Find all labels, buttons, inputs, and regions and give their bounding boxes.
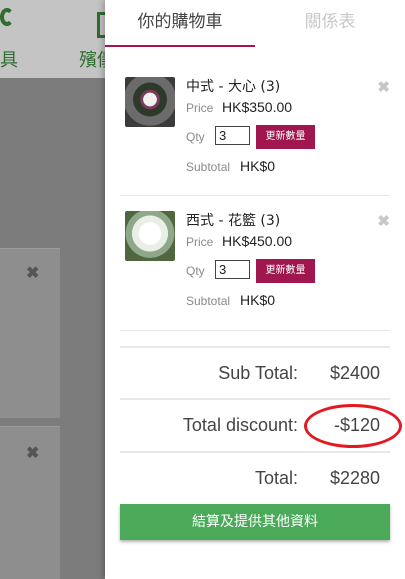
cart-item: 中式 - 大心 (3) ✖ Price HK$350.00 Qty 更新數量 S… — [120, 62, 390, 196]
sub-total-row: Sub Total: $2400 — [120, 346, 390, 396]
remove-item-icon[interactable]: ✖ — [377, 78, 390, 96]
qty-label: Qty — [186, 264, 205, 278]
total-value: $2280 — [329, 468, 380, 488]
sub-total-label: Sub Total: — [218, 363, 298, 383]
sub-total-value: $2400 — [329, 363, 380, 383]
subtotal-label: Subtotal — [186, 294, 231, 308]
subtotal-label: Subtotal — [186, 160, 231, 174]
product-image[interactable] — [125, 211, 175, 261]
cart-drawer: 你的購物車 關係表 中式 - 大心 (3) ✖ Price HK$350.00 … — [105, 0, 405, 579]
subtotal-value: HK$0 — [240, 292, 276, 308]
price-value: HK$350.00 — [222, 99, 293, 115]
close-icon: ✖ — [26, 265, 40, 282]
close-icon: ✖ — [26, 445, 40, 462]
qty-label: Qty — [186, 130, 205, 144]
tab-cart[interactable]: 你的購物車 — [105, 0, 255, 47]
price-label: Price — [186, 101, 214, 115]
background-card: ✖ — [0, 248, 60, 418]
total-row: Total: $2280 — [120, 451, 390, 501]
price-label: Price — [186, 235, 214, 249]
nav-icon-left — [0, 8, 14, 26]
highlight-circle-annotation — [304, 404, 402, 448]
nav-item-left[interactable]: 具 — [0, 46, 18, 72]
update-quantity-button[interactable]: 更新數量 — [256, 259, 315, 283]
product-image[interactable] — [125, 77, 175, 127]
drawer-tabs: 你的購物車 關係表 — [105, 0, 405, 48]
checkout-button[interactable]: 結算及提供其他資料 — [120, 504, 390, 540]
qty-input[interactable] — [215, 260, 250, 279]
background-card: ✖ — [0, 426, 60, 579]
product-name[interactable]: 西式 - 花籃 (3) — [186, 210, 280, 230]
qty-input[interactable] — [215, 126, 250, 145]
discount-label: Total discount: — [182, 415, 298, 435]
tab-relation[interactable]: 關係表 — [255, 0, 405, 47]
remove-item-icon[interactable]: ✖ — [377, 212, 390, 230]
total-label: Total: — [254, 468, 298, 488]
update-quantity-button[interactable]: 更新數量 — [256, 125, 315, 149]
price-value: HK$450.00 — [222, 233, 293, 249]
subtotal-value: HK$0 — [240, 158, 276, 174]
cart-item: 西式 - 花籃 (3) ✖ Price HK$450.00 Qty 更新數量 S… — [120, 196, 390, 331]
product-name[interactable]: 中式 - 大心 (3) — [186, 76, 280, 96]
